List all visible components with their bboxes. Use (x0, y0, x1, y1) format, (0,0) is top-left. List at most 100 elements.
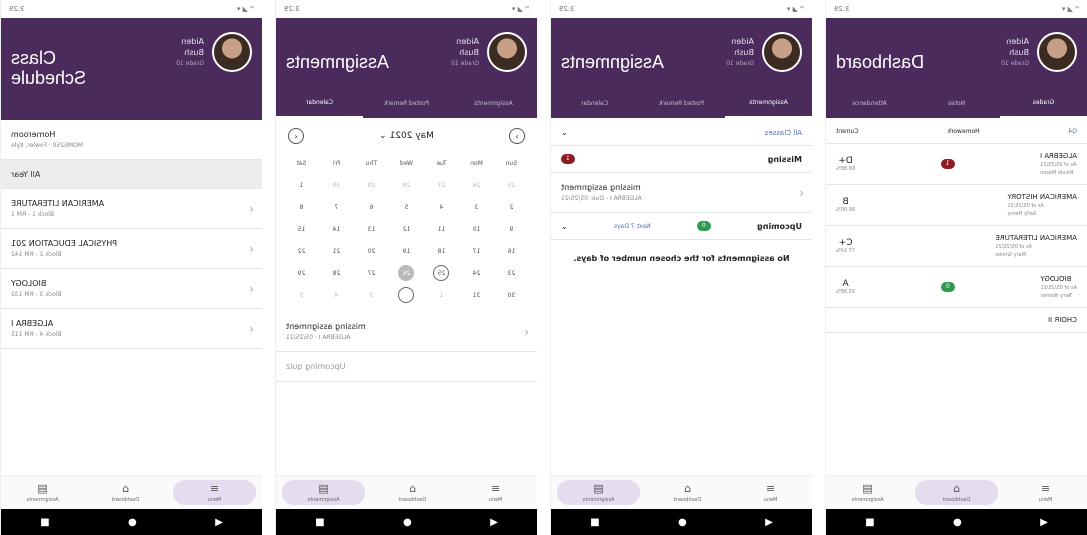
tab-grades[interactable]: Grades (1000, 88, 1087, 118)
nav-dashboard[interactable]: ⌂ Dashboard (646, 476, 729, 509)
tab-calendar[interactable]: Calendar (551, 88, 638, 118)
calendar-day[interactable]: 21 (319, 240, 354, 262)
calendar-day[interactable]: 19 (389, 240, 424, 262)
calendar-day[interactable]: 13 (354, 218, 389, 240)
calendar-day[interactable]: 22 (284, 240, 319, 262)
calendar-day[interactable]: 4 (424, 196, 459, 218)
nav-dashboard[interactable]: ⌂ Dashboard (915, 480, 998, 505)
recents-icon[interactable]: ■ (590, 517, 599, 528)
calendar-day[interactable]: 11 (424, 218, 459, 240)
calendar-day[interactable]: 24 (459, 262, 494, 284)
back-icon[interactable]: ◀ (215, 517, 223, 528)
nav-assignments[interactable]: ▤ Assignments (282, 480, 365, 505)
calendar-day[interactable]: 17 (459, 240, 494, 262)
back-icon[interactable]: ◀ (490, 517, 498, 528)
calendar-day[interactable]: 3 (354, 284, 389, 306)
home-circle-icon[interactable]: ● (953, 517, 962, 528)
grade-row[interactable]: AMERICAN HISTORY As of 05/25/21 Kelly He… (826, 185, 1087, 226)
calendar-day[interactable]: 9 (494, 218, 529, 240)
calendar-day[interactable]: 10 (459, 218, 494, 240)
home-circle-icon[interactable]: ● (403, 517, 412, 528)
grade-row[interactable]: ALGEBRA I As of 05/25/21 Nicole Mason 1 … (826, 144, 1087, 185)
calendar-day[interactable]: 23 (494, 262, 529, 284)
missing-assignment-item[interactable]: missing assignment ALGEBRA I - Due: 05/2… (551, 173, 812, 213)
period-filter[interactable]: Current (836, 128, 859, 135)
nav-assignments[interactable]: ▤ Assignments (1, 476, 84, 509)
tab-assignments[interactable]: Assignments (725, 88, 812, 118)
back-icon[interactable]: ◀ (1040, 517, 1048, 528)
class-item[interactable]: ALGEBRA I Block 4 - RM 115 ‹ (1, 309, 262, 349)
calendar-day[interactable]: 8 (284, 196, 319, 218)
recents-icon[interactable]: ■ (40, 517, 49, 528)
home-circle-icon[interactable]: ● (128, 517, 137, 528)
next-month-button[interactable]: › (509, 128, 525, 144)
user-switcher[interactable]: Aiden Bush Grade 10 (176, 36, 204, 69)
calendar-day[interactable]: 30 (494, 284, 529, 306)
tab-notes[interactable]: Notes (913, 88, 1000, 118)
calendar-day[interactable]: 29 (354, 174, 389, 196)
avatar[interactable] (487, 32, 527, 72)
grade-row[interactable]: BIOLOGY As of 05/25/21 Terry Warren 0 A … (826, 267, 1087, 308)
grade-row[interactable]: AMERICAN LITERATURE As of 05/25/21 Mary … (826, 226, 1087, 267)
category-filter[interactable]: Homework (947, 128, 979, 135)
tab-attendance[interactable]: Attendance (826, 88, 913, 118)
avatar[interactable] (212, 32, 252, 72)
nav-dashboard[interactable]: ⌂ Dashboard (371, 476, 454, 509)
calendar-day[interactable]: 29 (284, 262, 319, 284)
user-switcher[interactable]: Aiden Bush Grade 10 (451, 36, 479, 69)
calendar-day[interactable]: 28 (389, 174, 424, 196)
grade-row[interactable]: CHOIR II (826, 308, 1087, 333)
calendar-day[interactable]: 14 (319, 218, 354, 240)
avatar[interactable] (1037, 32, 1077, 72)
calendar-assignment-item-2[interactable]: Upcoming quiz (276, 352, 537, 382)
nav-menu[interactable]: ≡ Menu (173, 480, 256, 505)
month-label[interactable]: May 2021 ⌄ (379, 131, 434, 141)
calendar-day[interactable]: 4 (319, 284, 354, 306)
nav-menu[interactable]: ≡ Menu (1004, 476, 1087, 509)
class-item[interactable]: AMERICAN LITERATURE Block 1 - RM 1 ‹ (1, 189, 262, 229)
calendar-day[interactable]: 16 (494, 240, 529, 262)
nav-assignments[interactable]: ▤ Assignments (557, 480, 640, 505)
calendar-day[interactable]: 5 (284, 284, 319, 306)
avatar[interactable] (762, 32, 802, 72)
tab-posted-remark[interactable]: Posted Remark (363, 88, 450, 118)
calendar-day[interactable]: 31 (459, 284, 494, 306)
back-icon[interactable]: ◀ (765, 517, 773, 528)
calendar-day[interactable]: 27 (354, 262, 389, 284)
class-item[interactable]: BIOLOGY Block 3 - RM 132 ‹ (1, 269, 262, 309)
calendar-day[interactable] (389, 284, 424, 306)
user-switcher[interactable]: Aiden Bush Grade 10 (726, 36, 754, 69)
nav-menu[interactable]: ≡ Menu (729, 476, 812, 509)
quarter-filter[interactable]: Q4 (1068, 128, 1077, 135)
prev-month-button[interactable]: ‹ (288, 128, 304, 144)
user-switcher[interactable]: Aiden Bush Grade 10 (1001, 36, 1029, 69)
recents-icon[interactable]: ■ (865, 517, 874, 528)
calendar-day[interactable]: 15 (284, 218, 319, 240)
calendar-day[interactable]: 25 (424, 262, 459, 284)
chevron-down-icon[interactable]: ⌄ (561, 222, 568, 231)
calendar-day[interactable]: 5 (389, 196, 424, 218)
tab-assignments[interactable]: Assignments (450, 88, 537, 118)
calendar-day[interactable]: 28 (319, 262, 354, 284)
calendar-assignment-item[interactable]: missing assignment ALGEBRA I · 05/25/21 … (276, 312, 537, 352)
calendar-day[interactable]: 7 (319, 196, 354, 218)
calendar-day[interactable]: 25 (494, 174, 529, 196)
calendar-day[interactable]: 26 (459, 174, 494, 196)
home-circle-icon[interactable]: ● (678, 517, 687, 528)
calendar-day[interactable]: 2 (494, 196, 529, 218)
calendar-day[interactable]: 6 (354, 196, 389, 218)
nav-menu[interactable]: ≡ Menu (454, 476, 537, 509)
nav-dashboard[interactable]: ⌂ Dashboard (84, 476, 167, 509)
calendar-day[interactable]: 26 (389, 262, 424, 284)
term-selector[interactable]: All Year (1, 160, 262, 189)
calendar-day[interactable]: 1 (424, 284, 459, 306)
calendar-day[interactable]: 1 (284, 174, 319, 196)
tab-calendar[interactable]: Calendar (276, 88, 363, 118)
upcoming-range[interactable]: Next 7 Days (614, 223, 651, 230)
nav-assignments[interactable]: ▤ Assignments (826, 476, 909, 509)
calendar-day[interactable]: 20 (354, 240, 389, 262)
class-item[interactable]: PHYSICAL EDUCATION 201 Block 2 - RM 142 … (1, 229, 262, 269)
recents-icon[interactable]: ■ (315, 517, 324, 528)
calendar-day[interactable]: 30 (319, 174, 354, 196)
class-filter[interactable]: All Classes ⌄ (551, 120, 812, 146)
